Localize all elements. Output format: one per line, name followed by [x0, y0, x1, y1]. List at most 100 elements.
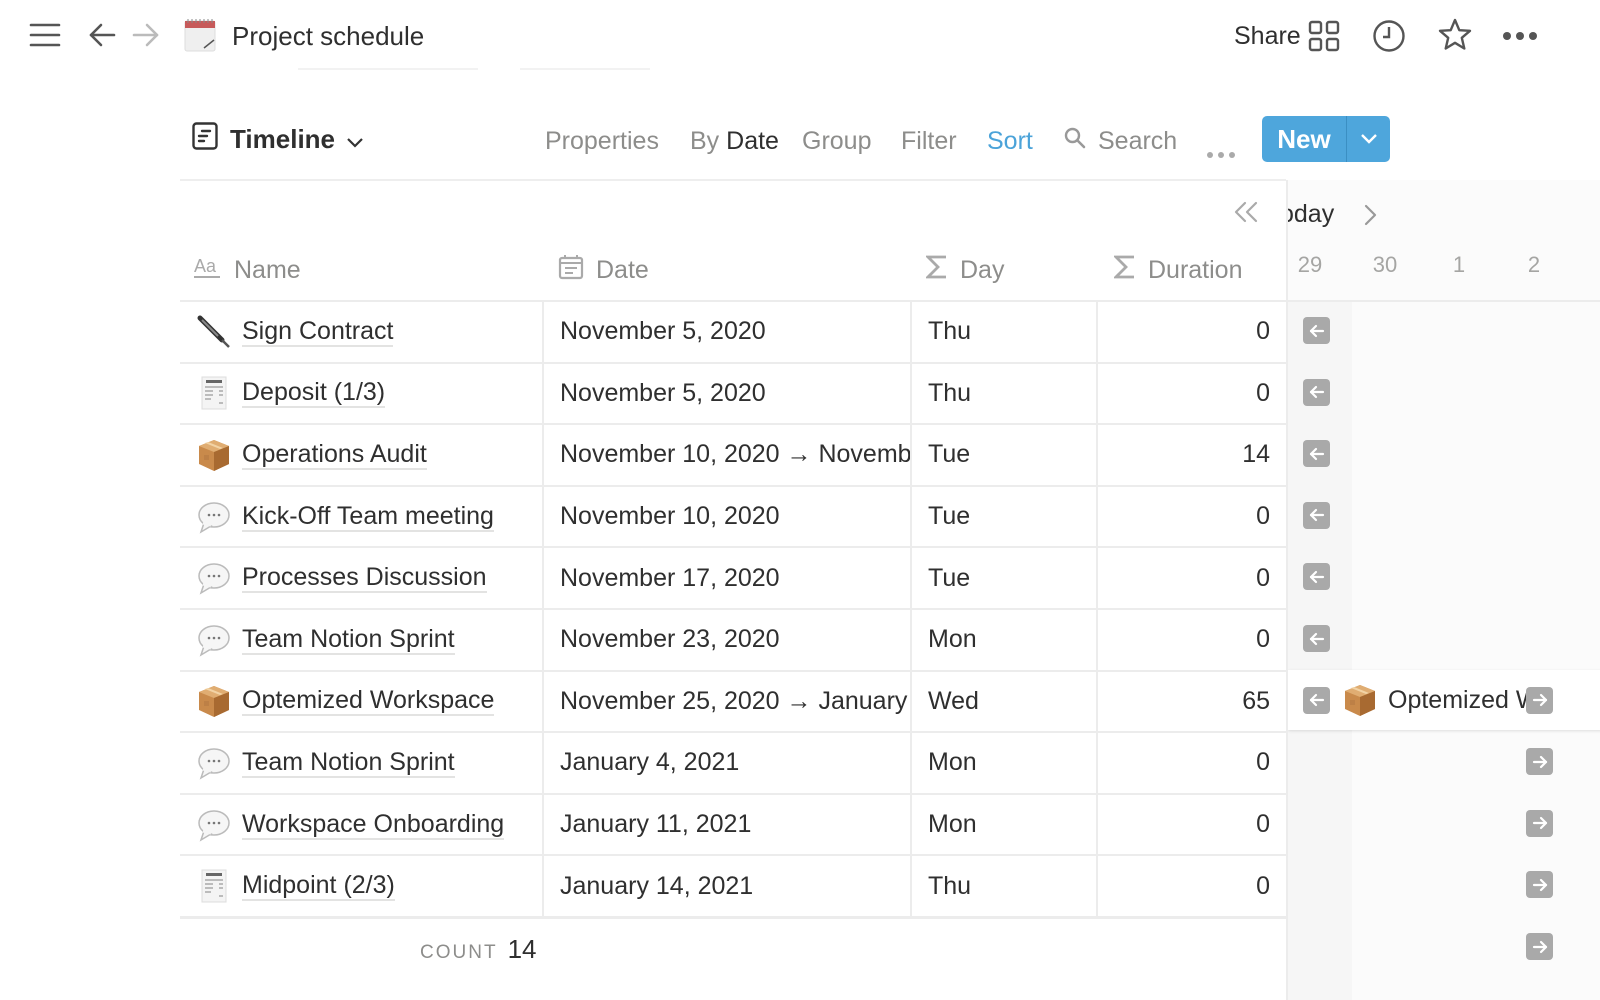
day-cell[interactable]: Mon: [910, 609, 1096, 670]
by-date-button[interactable]: By Date: [690, 126, 779, 156]
forward-arrow-icon[interactable]: [130, 20, 162, 50]
date-cell[interactable]: November 23, 2020: [542, 609, 910, 670]
duration-cell[interactable]: 0: [1096, 302, 1286, 362]
name-cell[interactable]: Workspace Onboarding: [180, 795, 542, 855]
table-row[interactable]: Team Notion Sprint November 23, 2020 Mon 0: [180, 609, 1286, 672]
table-row[interactable]: Team Notion Sprint January 4, 2021 Mon 0: [180, 733, 1286, 795]
row-name[interactable]: Sign Contract: [242, 317, 394, 347]
more-options-icon[interactable]: [1206, 136, 1236, 166]
scroll-to-item-right-icon[interactable]: [1526, 686, 1553, 714]
column-header-day[interactable]: Day: [924, 240, 1004, 300]
sort-button[interactable]: Sort: [987, 126, 1033, 156]
scroll-to-item-left-icon[interactable]: [1303, 378, 1330, 406]
duration-cell[interactable]: 14: [1096, 425, 1286, 485]
scroll-to-item-right-icon[interactable]: [1526, 809, 1553, 837]
row-name[interactable]: Team Notion Sprint: [242, 748, 455, 778]
duration-cell[interactable]: 0: [1096, 363, 1286, 424]
row-name[interactable]: Workspace Onboarding: [242, 810, 505, 840]
scroll-to-item-right-icon[interactable]: [1526, 933, 1553, 960]
duration-cell[interactable]: 0: [1096, 548, 1286, 608]
day-cell[interactable]: Thu: [910, 856, 1096, 916]
scroll-to-item-left-icon[interactable]: [1303, 563, 1330, 591]
row-name[interactable]: Deposit (1/3): [242, 378, 386, 409]
name-cell[interactable]: Kick-Off Team meeting: [180, 487, 542, 547]
day-cell[interactable]: Thu: [910, 363, 1096, 424]
day-cell[interactable]: Tue: [910, 486, 1096, 547]
scroll-to-item-right-icon[interactable]: [1526, 871, 1553, 899]
row-name[interactable]: Processes Discussion: [242, 563, 487, 594]
date-cell[interactable]: January 11, 2021: [542, 794, 910, 855]
day-cell[interactable]: Tue: [910, 425, 1096, 485]
date-cell[interactable]: January 4, 2021: [542, 733, 910, 793]
name-cell[interactable]: Midpoint (2/3): [180, 856, 542, 916]
date-cell[interactable]: November 5, 2020: [542, 302, 910, 362]
duration-cell[interactable]: 0: [1096, 733, 1286, 793]
row-name[interactable]: Operations Audit: [242, 440, 427, 470]
scroll-to-item-right-icon[interactable]: [1526, 748, 1553, 776]
duration-cell[interactable]: 0: [1096, 609, 1286, 670]
chevron-right-icon[interactable]: [1364, 204, 1378, 231]
row-name[interactable]: Midpoint (2/3): [242, 871, 395, 902]
scroll-to-item-left-icon[interactable]: [1303, 625, 1330, 652]
table-row[interactable]: Sign Contract November 5, 2020 Thu 0: [180, 302, 1286, 364]
scroll-to-item-left-icon[interactable]: [1303, 317, 1330, 344]
table-row[interactable]: Workspace Onboarding January 11, 2021 Mon 0: [180, 794, 1286, 857]
date-cell[interactable]: November 5, 2020: [542, 363, 910, 424]
back-arrow-icon[interactable]: [86, 20, 118, 50]
column-header-date[interactable]: Date: [558, 240, 649, 300]
day-cell[interactable]: Mon: [910, 794, 1096, 855]
table-row[interactable]: Operations Audit November 10, 2020 → Nove…: [180, 425, 1286, 487]
name-cell[interactable]: Optemized Workspace: [180, 672, 542, 732]
name-cell[interactable]: Operations Audit: [180, 425, 542, 485]
column-header-duration[interactable]: Duration: [1112, 240, 1243, 300]
scroll-back-icon[interactable]: [1232, 200, 1260, 229]
scroll-to-item-left-icon[interactable]: [1303, 686, 1330, 714]
name-cell[interactable]: Processes Discussion: [180, 548, 542, 608]
calendar-spiral-icon[interactable]: [184, 18, 218, 54]
name-cell[interactable]: Deposit (1/3): [180, 364, 542, 424]
name-cell[interactable]: Team Notion Sprint: [180, 733, 542, 793]
duration-cell[interactable]: 0: [1096, 856, 1286, 916]
date-cell[interactable]: November 10, 2020: [542, 486, 910, 547]
table-row[interactable]: Optemized Workspace November 25, 2020 → J…: [180, 671, 1286, 734]
day-cell[interactable]: Thu: [910, 302, 1096, 362]
name-cell[interactable]: Team Notion Sprint: [180, 610, 542, 670]
date-cell[interactable]: November 10, 2020 → Novemb: [542, 425, 910, 485]
table-row[interactable]: Kick-Off Team meeting November 10, 2020 Tu…: [180, 486, 1286, 549]
column-header-name[interactable]: Aa Name: [194, 240, 301, 300]
date-cell[interactable]: January 14, 2021: [542, 856, 910, 916]
duration-cell[interactable]: 65: [1096, 671, 1286, 732]
today-button[interactable]: oday: [1288, 200, 1334, 229]
timeline-bar[interactable]: Optemized W: [1288, 670, 1600, 730]
page-title[interactable]: Project schedule: [232, 18, 424, 54]
day-cell[interactable]: Wed: [910, 671, 1096, 732]
date-cell[interactable]: November 25, 2020 → January: [542, 671, 910, 732]
group-button[interactable]: Group: [802, 126, 871, 156]
star-icon[interactable]: [1436, 16, 1474, 54]
day-cell[interactable]: Tue: [910, 548, 1096, 608]
table-row[interactable]: Deposit (1/3) November 5, 2020 Thu 0: [180, 363, 1286, 426]
properties-button[interactable]: Properties: [545, 126, 659, 156]
duration-cell[interactable]: 0: [1096, 794, 1286, 855]
row-name[interactable]: Team Notion Sprint: [242, 625, 455, 655]
new-dropdown-chevron-icon[interactable]: [1347, 116, 1390, 162]
grid-icon[interactable]: [1306, 18, 1342, 54]
count-summary[interactable]: COUNT 14: [420, 934, 536, 965]
view-selector[interactable]: Timeline: [192, 122, 363, 157]
table-row[interactable]: Processes Discussion November 17, 2020 Tue…: [180, 548, 1286, 610]
day-cell[interactable]: Mon: [910, 733, 1096, 793]
filter-button[interactable]: Filter: [901, 126, 957, 156]
row-name[interactable]: Kick-Off Team meeting: [242, 502, 494, 532]
duration-cell[interactable]: 0: [1096, 486, 1286, 547]
menu-icon[interactable]: [28, 20, 62, 50]
date-cell[interactable]: November 17, 2020: [542, 548, 910, 608]
scroll-to-item-left-icon[interactable]: [1303, 440, 1330, 468]
row-name[interactable]: Optemized Workspace: [242, 686, 495, 717]
scroll-to-item-left-icon[interactable]: [1303, 501, 1330, 529]
share-button[interactable]: Share: [1234, 18, 1301, 54]
search-button[interactable]: Search: [1064, 126, 1177, 156]
clock-icon[interactable]: [1371, 18, 1407, 54]
name-cell[interactable]: Sign Contract: [180, 302, 542, 362]
table-row[interactable]: Midpoint (2/3) January 14, 2021 Thu 0: [180, 856, 1286, 918]
more-icon[interactable]: [1500, 24, 1540, 48]
